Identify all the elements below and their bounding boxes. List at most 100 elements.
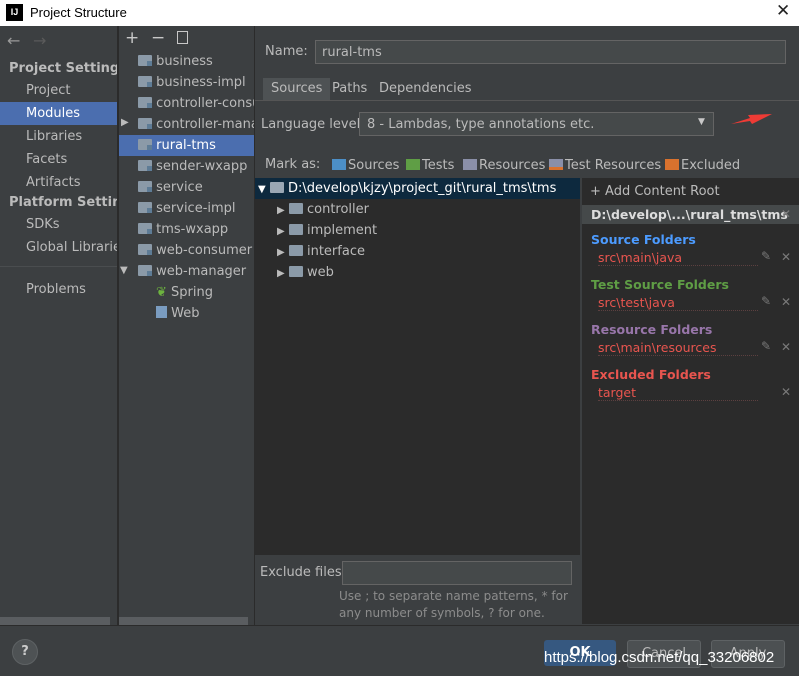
facet-item-spring[interactable]: ❦ Spring xyxy=(156,285,213,300)
edit-pencil-icon[interactable]: ✎ xyxy=(761,339,771,353)
module-label: web-consumer xyxy=(156,243,253,258)
nav-item-artifacts[interactable]: Artifacts xyxy=(26,175,81,190)
resource-folder-path: src\main\resources xyxy=(598,340,758,356)
expand-arrow-icon[interactable]: ▶ xyxy=(121,117,129,128)
module-folder-icon xyxy=(138,97,152,108)
tab-dependencies[interactable]: Dependencies xyxy=(371,78,480,100)
copy-module-icon[interactable] xyxy=(177,31,188,44)
add-module-icon[interactable]: + xyxy=(125,28,139,48)
module-label: business-impl xyxy=(156,75,246,90)
module-item[interactable]: business xyxy=(138,54,213,69)
tab-sources[interactable]: Sources xyxy=(263,78,331,100)
close-icon[interactable]: ✕ xyxy=(776,1,790,21)
module-name-field[interactable]: rural-tms xyxy=(315,40,786,64)
excluded-folder-path: target xyxy=(598,385,758,401)
module-label: web-manager xyxy=(156,264,247,279)
folder-icon xyxy=(288,224,303,235)
expand-arrow-icon: ▶ xyxy=(277,226,285,237)
tab-paths[interactable]: Paths xyxy=(324,78,375,100)
tree-item-label: interface xyxy=(306,244,365,259)
module-label: tms-wxapp xyxy=(156,222,229,237)
tests-folder-icon xyxy=(406,159,420,170)
tree-item-label: controller xyxy=(306,202,370,217)
modules-list xyxy=(119,26,254,624)
module-folder-icon xyxy=(138,76,152,87)
tree-item-label: implement xyxy=(306,223,378,238)
remove-folder-icon[interactable]: ✕ xyxy=(781,250,791,264)
module-item[interactable]: web-consumer xyxy=(138,243,252,258)
module-item-selected[interactable]: rural-tms xyxy=(138,138,216,153)
excluded-folder-icon xyxy=(665,159,679,170)
module-folder-icon xyxy=(138,202,152,213)
nav-scrollbar[interactable] xyxy=(0,617,110,625)
mark-as-label-text: Resources xyxy=(479,158,546,173)
remove-folder-icon[interactable]: ✕ xyxy=(781,340,791,354)
exclude-hint-line1: Use ; to separate name patterns, * for xyxy=(339,589,568,603)
tree-item-controller[interactable]: ▶ controller xyxy=(277,202,369,217)
remove-module-icon[interactable]: − xyxy=(151,28,165,48)
nav-item-problems[interactable]: Problems xyxy=(26,282,86,297)
remove-folder-icon[interactable]: ✕ xyxy=(781,385,791,399)
expand-arrow-icon: ▶ xyxy=(277,268,285,279)
remove-folder-icon[interactable]: ✕ xyxy=(781,295,791,309)
facet-label: Spring xyxy=(171,285,213,300)
tab-divider xyxy=(255,100,799,101)
content-root-path: D:\develop\...\rural_tms\tms xyxy=(591,207,788,222)
module-folder-icon xyxy=(138,139,152,150)
module-item[interactable]: tms-wxapp xyxy=(138,222,228,237)
test-source-folder-path: src\test\java xyxy=(598,295,758,311)
mark-as-excluded[interactable]: Excluded xyxy=(665,158,740,173)
tree-item-implement[interactable]: ▶ implement xyxy=(277,223,377,238)
module-item[interactable]: service-impl xyxy=(138,201,236,216)
title-bar: IJ Project Structure ✕ xyxy=(0,0,799,26)
source-folder-path: src\main\java xyxy=(598,250,758,266)
add-content-root-link[interactable]: + Add Content Root xyxy=(590,184,720,199)
mark-as-label-text: Sources xyxy=(348,158,400,173)
nav-item-global-libraries[interactable]: Global Libraries xyxy=(26,240,128,255)
collapse-arrow-icon: ▼ xyxy=(258,184,266,195)
mark-as-label-text: Excluded xyxy=(681,158,741,173)
test-source-folders-heading: Test Source Folders xyxy=(591,277,729,292)
excluded-folders-heading: Excluded Folders xyxy=(591,367,711,382)
exclude-hint-line2: any number of symbols, ? for one. xyxy=(339,606,545,620)
mark-as-label-text: Test Resources xyxy=(565,158,662,173)
module-folder-icon xyxy=(138,223,152,234)
facet-item-web[interactable]: Web xyxy=(156,306,199,321)
mark-as-tests[interactable]: Tests xyxy=(406,158,454,173)
module-item[interactable]: business-impl xyxy=(138,75,246,90)
tree-item-web[interactable]: ▶ web xyxy=(277,265,334,280)
forward-arrow-icon[interactable]: → xyxy=(33,31,46,50)
project-settings-heading: Project Settings xyxy=(9,61,127,76)
tree-item-interface[interactable]: ▶ interface xyxy=(277,244,365,259)
folder-icon xyxy=(288,266,303,277)
modules-scrollbar[interactable] xyxy=(119,617,248,625)
folder-icon xyxy=(269,182,284,193)
mark-as-resources[interactable]: Resources xyxy=(463,158,545,173)
module-folder-icon xyxy=(138,118,152,129)
nav-item-libraries[interactable]: Libraries xyxy=(26,129,82,144)
edit-pencil-icon[interactable]: ✎ xyxy=(761,294,771,308)
module-item[interactable]: web-manager xyxy=(138,264,246,279)
language-level-value: 8 - Lambdas, type annotations etc. xyxy=(367,117,595,132)
module-item[interactable]: service xyxy=(138,180,203,195)
nav-item-modules[interactable]: Modules xyxy=(26,106,80,121)
tree-root[interactable]: ▼ D:\develop\kjzy\project_git\rural_tms\… xyxy=(258,181,556,196)
help-button[interactable]: ? xyxy=(12,639,38,665)
exclude-files-label: Exclude files: xyxy=(260,565,347,580)
nav-item-project[interactable]: Project xyxy=(26,83,70,98)
mark-as-sources[interactable]: Sources xyxy=(332,158,399,173)
collapse-arrow-icon[interactable]: ▼ xyxy=(120,265,128,276)
module-item[interactable]: sender-wxapp xyxy=(138,159,247,174)
back-arrow-icon[interactable]: ← xyxy=(7,31,20,50)
expand-arrow-icon: ▶ xyxy=(277,247,285,258)
module-label: service-impl xyxy=(156,201,236,216)
language-level-select[interactable]: 8 - Lambdas, type annotations etc. ▼ xyxy=(359,112,714,136)
mark-as-test-resources[interactable]: Test Resources xyxy=(549,158,661,173)
source-folders-heading: Source Folders xyxy=(591,232,696,247)
nav-item-facets[interactable]: Facets xyxy=(26,152,67,167)
exclude-files-input[interactable] xyxy=(342,561,572,585)
expand-arrow-icon: ▶ xyxy=(277,205,285,216)
remove-root-icon[interactable]: ✕ xyxy=(781,207,791,221)
nav-item-sdks[interactable]: SDKs xyxy=(26,217,60,232)
edit-pencil-icon[interactable]: ✎ xyxy=(761,249,771,263)
